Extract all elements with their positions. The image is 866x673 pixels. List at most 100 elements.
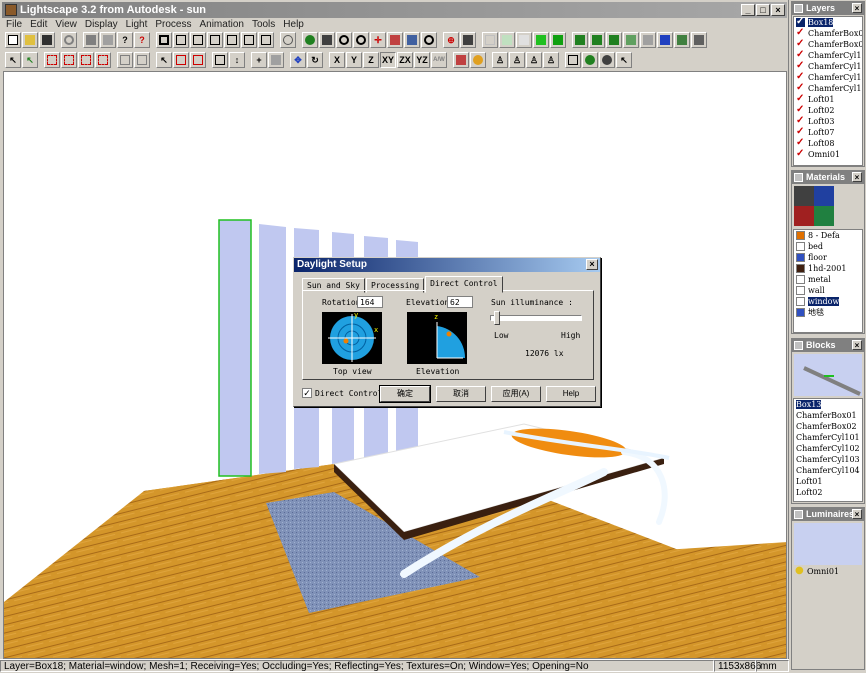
illuminance-slider[interactable] [490,311,582,325]
list-item[interactable]: ChamferCyl102 [794,443,862,454]
context-help-icon[interactable]: ? [134,32,150,48]
dolly-icon[interactable] [387,32,403,48]
move-plus-2-icon[interactable] [268,52,284,68]
maximize-button[interactable]: □ [756,4,770,16]
help-button[interactable]: Help [546,386,596,402]
shaded-white-icon[interactable] [516,32,532,48]
close-button[interactable]: × [771,4,785,16]
select-box-3-icon[interactable] [78,52,94,68]
layers-list[interactable]: ✓ Box18 ✓ ChamferBox0 ✓ ChamferBox0 ✓ Chamfe… [793,16,863,166]
move-plus-icon[interactable]: + [251,52,267,68]
select-box-4-icon[interactable] [95,52,111,68]
walk-icon[interactable] [319,32,335,48]
materials-list[interactable]: 8 - Defa bed floor 1hd-2001 metal wall w… [793,229,863,333]
materials-close-button[interactable]: × [852,172,862,182]
light-icon[interactable] [470,52,486,68]
pick-3-icon[interactable] [190,52,206,68]
shaded-green-icon[interactable] [499,32,515,48]
menu-light[interactable]: Light [126,18,148,31]
figure-2-icon[interactable]: ♙ [509,52,525,68]
wire-cube-icon[interactable] [482,32,498,48]
list-item[interactable]: metal [794,274,862,285]
figure-4-icon[interactable]: ♙ [543,52,559,68]
list-item[interactable]: bed [794,241,862,252]
list-item[interactable]: 地毯 [794,307,862,318]
cancel-button[interactable]: 取消 [436,386,486,402]
elevation-input[interactable]: 62 [447,296,473,308]
menu-edit[interactable]: Edit [30,18,47,31]
cube-view-1-icon[interactable] [173,32,189,48]
figure-3-icon[interactable]: ♙ [526,52,542,68]
select-box-2-icon[interactable] [61,52,77,68]
rotation-input[interactable]: 164 [357,296,383,308]
undo-icon[interactable] [61,32,77,48]
illuminance-slider-thumb[interactable] [494,311,500,325]
luminaires-list[interactable]: ● Omni01 [793,566,863,668]
select-arrow-2-icon[interactable]: ↖ [22,52,38,68]
pick-2-icon[interactable] [173,52,189,68]
menu-help[interactable]: Help [283,18,304,31]
cursor-icon[interactable]: ↖ [616,52,632,68]
list-item[interactable]: ChamferCyl103 [794,454,862,465]
orbit-icon[interactable] [404,32,420,48]
doc-icon[interactable] [117,52,133,68]
list-item[interactable]: ✓ Box18 [794,17,862,28]
list-item[interactable]: ✓ Loft02 [794,105,862,116]
properties-icon[interactable] [100,32,116,48]
help-icon[interactable]: ? [117,32,133,48]
zoom-window-icon[interactable] [280,32,296,48]
cube-view-5-icon[interactable] [241,32,257,48]
menu-display[interactable]: Display [85,18,118,31]
layers-green-2-icon[interactable] [589,32,605,48]
stack-icon[interactable] [565,52,581,68]
list-item[interactable]: ● Omni01 [793,566,863,577]
open-folder-icon[interactable] [22,32,38,48]
axis-y-button[interactable]: Y [346,52,362,68]
list-item[interactable]: ✓ ChamferCyl10 [794,83,862,94]
checker-icon[interactable] [657,32,673,48]
view-fit-icon[interactable] [460,32,476,48]
menu-animation[interactable]: Animation [199,18,243,31]
render-icon[interactable] [674,32,690,48]
list-item[interactable]: wall [794,285,862,296]
eye-icon[interactable] [302,32,318,48]
aw-button[interactable]: A/W [431,52,447,68]
blocks-close-button[interactable]: × [852,340,862,350]
list-item[interactable]: ChamferBox02 [794,421,862,432]
top-view-control[interactable]: y x [322,311,382,364]
list-item[interactable]: 1hd-2001 [794,263,862,274]
axis-x-button[interactable]: X [329,52,345,68]
layer-icon[interactable] [453,52,469,68]
blocks-list[interactable]: Box13 ChamferBox01 ChamferBox02 ChamferC… [793,398,863,502]
list-item[interactable]: ✓ Loft03 [794,116,862,127]
plane-zx-button[interactable]: ZX [397,52,413,68]
rotate-icon[interactable] [421,32,437,48]
axis-z-button[interactable]: Z [363,52,379,68]
cube-view-6-icon[interactable] [258,32,274,48]
direct-control-checkbox[interactable]: ✓ [302,388,312,398]
list-item[interactable]: ChamferBox01 [794,410,862,421]
figure-icon[interactable]: ♙ [492,52,508,68]
list-item[interactable]: floor [794,252,862,263]
list-item[interactable]: window [794,296,862,307]
list-item[interactable]: Box13 [794,399,862,410]
list-2-icon[interactable]: ↕ [229,52,245,68]
rotate-object-icon[interactable]: ↻ [307,52,323,68]
new-file-icon[interactable] [5,32,21,48]
solid-green-2-icon[interactable] [550,32,566,48]
doc-2-icon[interactable] [134,52,150,68]
cube-view-3-icon[interactable] [207,32,223,48]
list-item[interactable]: ✓ ChamferBox0 [794,28,862,39]
select-box-icon[interactable] [44,52,60,68]
cube-view-2-icon[interactable] [190,32,206,48]
plane-xy-button[interactable]: XY [380,52,396,68]
image-icon[interactable] [691,32,707,48]
list-item[interactable]: ChamferCyl104 [794,465,862,476]
list-item[interactable]: ✓ Loft01 [794,94,862,105]
minimize-button[interactable]: _ [741,4,755,16]
list-item[interactable]: ✓ Omni01 [794,149,862,160]
solid-green-icon[interactable] [533,32,549,48]
list-item[interactable]: Loft01 [794,476,862,487]
list-item[interactable]: 8 - Defa [794,230,862,241]
select-arrow-icon[interactable]: ↖ [5,52,21,68]
